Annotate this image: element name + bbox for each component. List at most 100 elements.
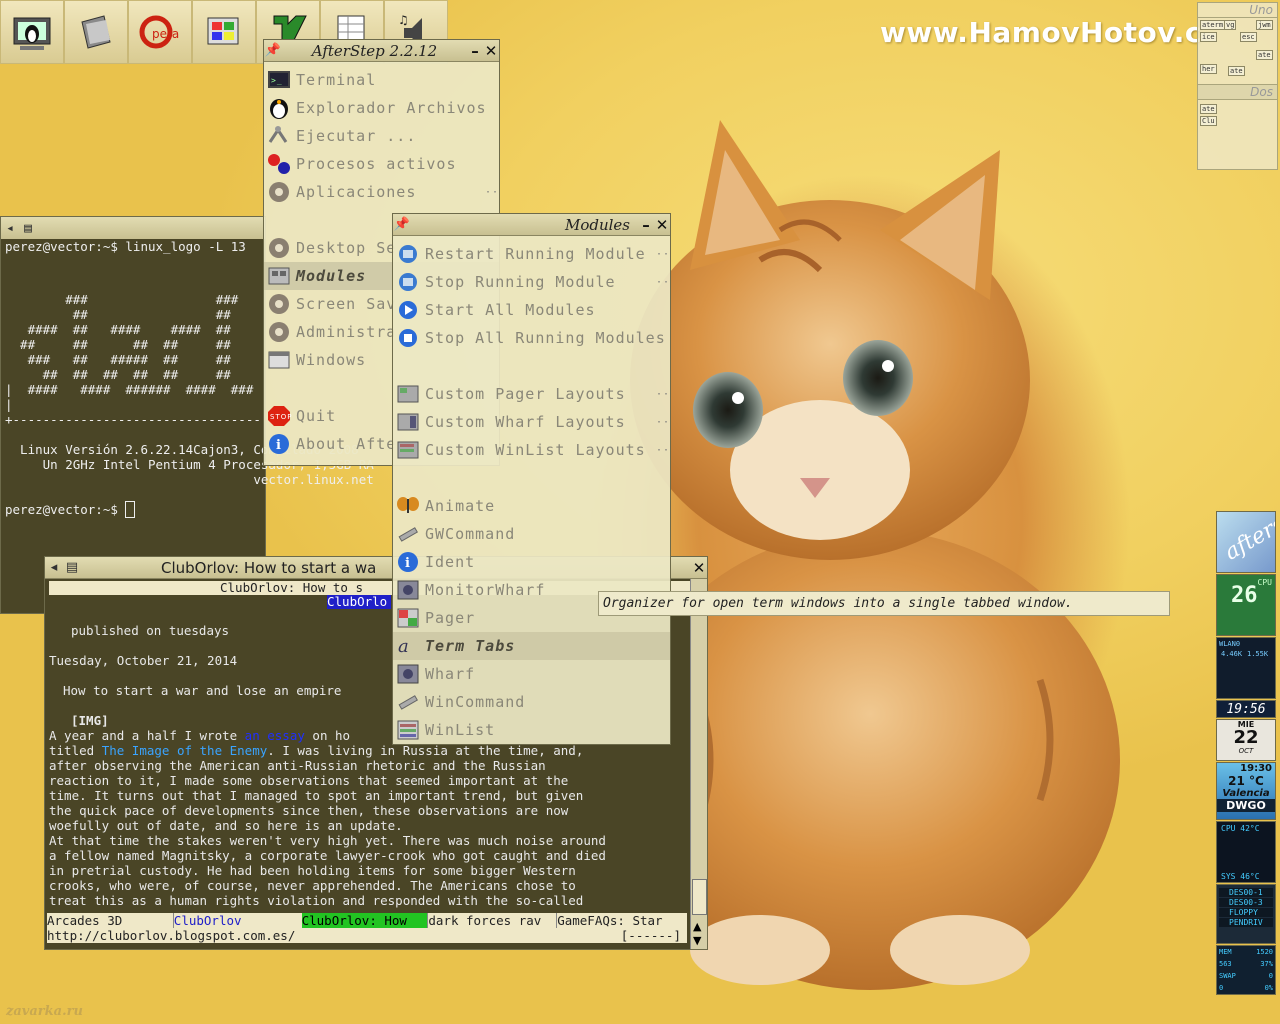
pager-mini-window[interactable]: vg <box>1224 20 1237 30</box>
terminal-titlebar[interactable]: ◂ ▤ <box>1 217 265 239</box>
tab-dark-forces[interactable]: dark forces rav <box>427 913 556 928</box>
terminal-info-1: Linux Versión 2.6.22.14Cajon3, Compilado… <box>5 442 359 457</box>
mem-label: MEM <box>1219 948 1232 956</box>
tab-arcades[interactable]: Arcades 3D <box>47 913 173 928</box>
administration-icon <box>269 322 289 342</box>
calendar[interactable]: MIE 22 OCT <box>1216 719 1276 761</box>
pager-desk-1[interactable]: aterm vg jwm ice esc ate her ate <box>1198 17 1277 84</box>
pager-mini-window[interactable]: Clu <box>1200 116 1217 126</box>
menu-item-terminal[interactable]: >_ Terminal <box>264 66 499 94</box>
terminal-window[interactable]: ◂ ▤ perez@vector:~$ linux_logo -L 13 ###… <box>0 216 374 614</box>
monitor-wharf-icon <box>397 580 419 600</box>
launcher-terminal-button[interactable] <box>0 0 64 64</box>
cpu-monitor[interactable]: CPU 26 <box>1216 574 1276 636</box>
status-url: http://cluborlov.blogspot.com.es/ <box>47 928 296 943</box>
chevron-left-icon[interactable]: ◂ <box>1 221 19 236</box>
window-menu-icon[interactable]: ▤ <box>63 560 81 575</box>
mount-item[interactable]: FLOPPY <box>1219 908 1273 917</box>
desktop-pager[interactable]: Uno aterm vg jwm ice esc ate her ate Dos… <box>1197 2 1278 170</box>
afterstep-menu-titlebar[interactable]: 📌 AfterStep 2.2.12 – ✕ <box>264 40 499 62</box>
svg-text:i: i <box>405 556 411 571</box>
pager-mini-window[interactable]: ice <box>1200 32 1217 42</box>
window-menu-icon[interactable]: ▤ <box>19 221 37 236</box>
modules-gwcommand[interactable]: GWCommand <box>393 520 670 548</box>
network-monitor[interactable]: WLAN0 4.46K 1.55K <box>1216 637 1276 699</box>
mount-item[interactable]: PENDRIV <box>1219 918 1273 927</box>
pager-desk-2[interactable]: ate Clu <box>1198 99 1277 166</box>
modules-custom-pager[interactable]: Custom Pager Layouts ·· <box>393 380 670 408</box>
terminal-icon: >_ <box>268 71 290 88</box>
memory-monitor[interactable]: MEM 1520 563 37% SWAP 0 0 0% <box>1216 945 1276 995</box>
browser-line: a fellow named Magnitsky, a corporate la… <box>49 848 606 863</box>
terminal-prompt-line: perez@vector:~$ linux_logo -L 13 <box>5 239 246 254</box>
menu-item-processes[interactable]: Procesos activos <box>264 150 499 178</box>
modules-wharf[interactable]: Wharf <box>393 660 670 688</box>
minimize-icon[interactable]: – <box>467 42 483 60</box>
launcher-windows-button[interactable] <box>192 0 256 64</box>
modules-start-all[interactable]: Start All Modules <box>393 296 670 324</box>
scroll-up-icon[interactable]: ▲ <box>693 920 701 933</box>
modules-restart-running[interactable]: Restart Running Module ·· <box>393 240 670 268</box>
chevron-left-icon[interactable]: ◂ <box>45 560 63 575</box>
launcher-opera-button[interactable]: pera <box>128 0 192 64</box>
swap-used: 0 <box>1219 984 1224 992</box>
temperature-monitor[interactable]: CPU 42°C SYS 46°C <box>1216 821 1276 883</box>
close-icon[interactable]: ✕ <box>654 216 670 234</box>
pager-mini-window[interactable]: jwm <box>1256 20 1273 30</box>
browser-line: the quick pace of developments since the… <box>49 803 569 818</box>
calendar-date: 22 <box>1233 727 1259 748</box>
afterstep-logo-button[interactable]: afterstep <box>1216 494 1280 573</box>
tab-gamefaqs[interactable]: GameFAQs: Star <box>556 913 687 928</box>
file-manager-icon <box>81 15 111 49</box>
mount-item[interactable]: DES00-3 <box>1219 898 1273 907</box>
launcher-files-button[interactable] <box>64 0 128 64</box>
image-of-enemy-link[interactable]: The Image of the Enemy <box>102 743 268 758</box>
pager-mini-window[interactable]: ate <box>1200 104 1217 114</box>
modules-menu[interactable]: 📌 Modules – ✕ Restart Running Module ·· S… <box>392 213 671 745</box>
tab-cluborlov[interactable]: ClubOrlov <box>172 913 302 928</box>
module-stop-icon <box>399 273 417 291</box>
menu-item-run[interactable]: Ejecutar ... <box>264 122 499 150</box>
info-icon: i <box>269 434 289 454</box>
terminal-prompt-2[interactable]: perez@vector:~$ <box>1 501 265 518</box>
pin-icon[interactable]: 📌 <box>264 43 282 58</box>
modules-stop-all[interactable]: Stop All Running Modules <box>393 324 670 352</box>
watermark-text: www.HamovHotov.c <box>880 16 1202 49</box>
minimize-icon[interactable]: – <box>638 216 654 234</box>
term-tabs-tooltip: Organizer for open term windows into a s… <box>598 591 1170 616</box>
modules-custom-winlist[interactable]: Custom WinList Layouts ·· <box>393 436 670 464</box>
pin-icon[interactable]: 📌 <box>393 217 411 232</box>
pager-mini-window[interactable]: her <box>1200 64 1217 74</box>
clock[interactable]: 19:56 <box>1216 700 1276 718</box>
modules-custom-wharf[interactable]: Custom Wharf Layouts ·· <box>393 408 670 436</box>
para-1-tail: on ho <box>304 728 351 743</box>
browser-header-link[interactable]: ClubOrlo <box>327 595 391 609</box>
modules-animate[interactable]: Animate <box>393 492 670 520</box>
pager-mini-window[interactable]: ate <box>1256 50 1273 60</box>
mount-item[interactable]: DES00-1 <box>1219 888 1273 897</box>
scroll-thumb[interactable] <box>692 879 707 915</box>
pager-mini-window[interactable]: ate <box>1228 66 1245 76</box>
weather-widget[interactable]: 19:30 21 °C Valencia DWGO <box>1216 762 1276 820</box>
pager-mini-window[interactable]: aterm <box>1200 20 1226 30</box>
tool-icon <box>398 527 418 542</box>
browser-scrollbar[interactable]: ▲ ▼ <box>690 579 707 949</box>
modules-ident[interactable]: i Ident <box>393 548 670 576</box>
browser-line: crooks, who were, of course, never appre… <box>49 878 576 893</box>
modules-winlist[interactable]: WinList <box>393 716 670 744</box>
scroll-down-icon[interactable]: ▼ <box>693 934 701 947</box>
essay-link[interactable]: an essay <box>245 728 305 743</box>
modules-menu-titlebar[interactable]: 📌 Modules – ✕ <box>393 214 670 236</box>
pager-mini-window[interactable]: esc <box>1240 32 1257 42</box>
modules-stop-running[interactable]: Stop Running Module ·· <box>393 268 670 296</box>
close-icon[interactable]: ✕ <box>483 42 499 60</box>
close-icon[interactable]: ✕ <box>691 559 707 577</box>
modules-term-tabs[interactable]: a Term Tabs <box>393 632 670 660</box>
menu-item-applications[interactable]: Aplicaciones ·· <box>264 178 499 206</box>
pager-layout-icon <box>397 385 419 403</box>
browser-line: At that time the stakes weren't very hig… <box>49 833 606 848</box>
menu-item-file-explorer[interactable]: Explorador Archivos <box>264 94 499 122</box>
tab-cluborlov-how[interactable]: ClubOrlov: How <box>301 913 428 928</box>
modules-wincommand[interactable]: WinCommand <box>393 688 670 716</box>
terminal-logo-8: | <box>5 397 13 412</box>
